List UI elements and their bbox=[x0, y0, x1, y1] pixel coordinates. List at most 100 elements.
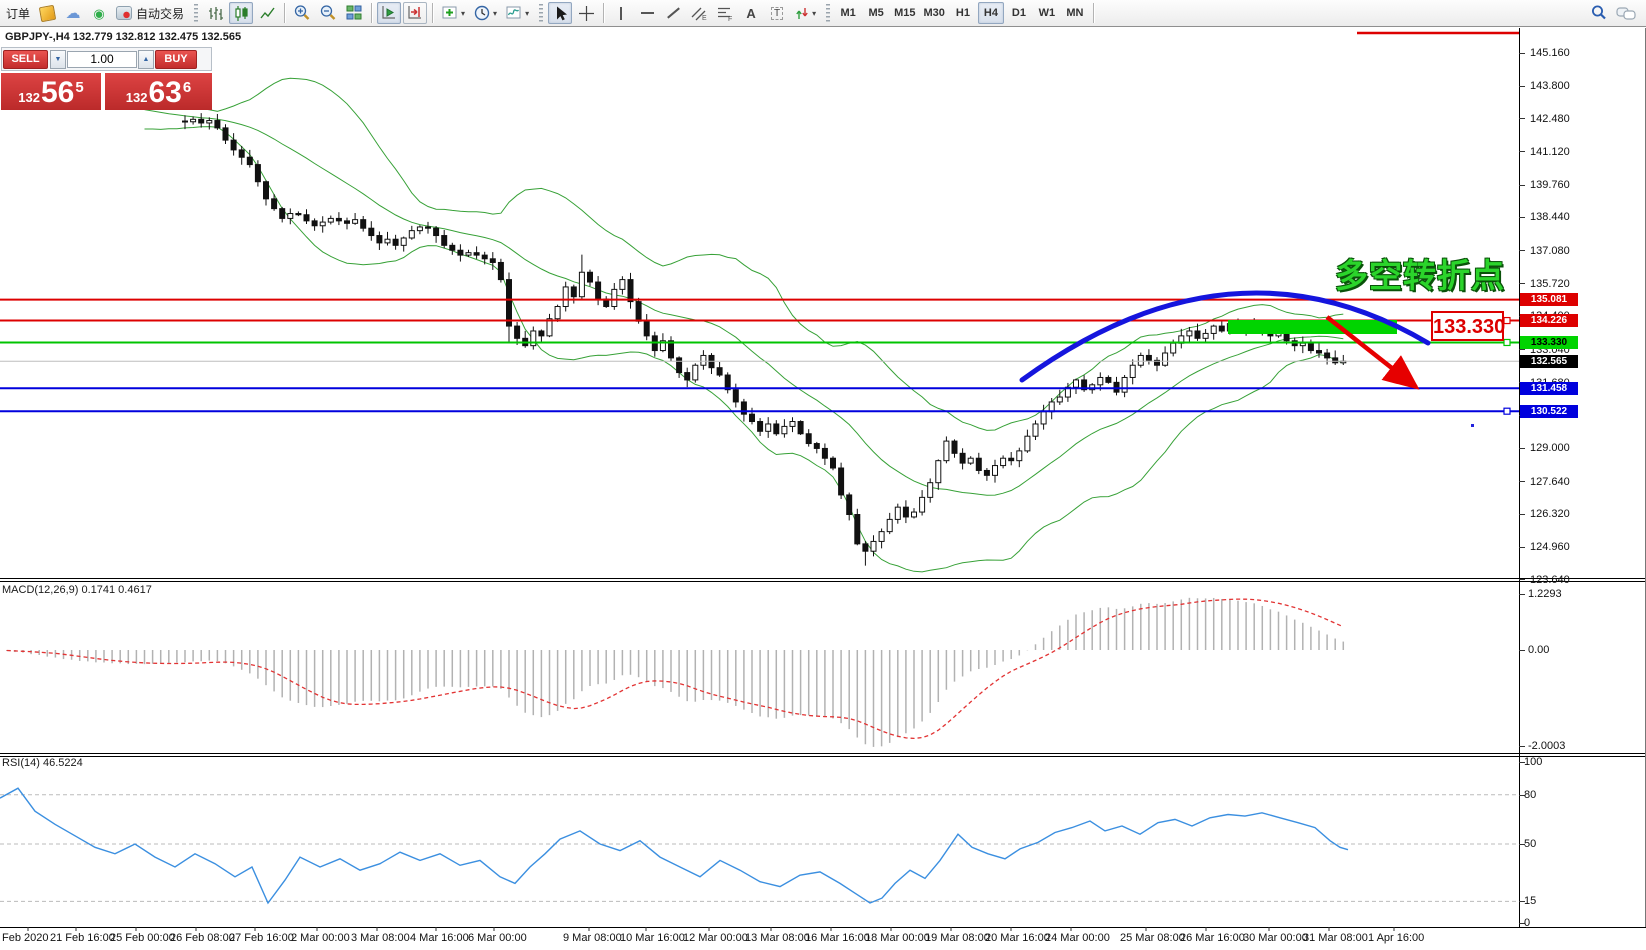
trendline-tool-button[interactable] bbox=[661, 2, 685, 24]
rsi-line bbox=[0, 788, 1348, 903]
candle bbox=[474, 253, 479, 255]
clock-icon bbox=[473, 4, 491, 22]
candle bbox=[328, 218, 333, 222]
turning-point-annotation[interactable]: 多空转折点 bbox=[1330, 249, 1505, 297]
timeframe-button-mn[interactable]: MN bbox=[1062, 2, 1088, 24]
candle bbox=[717, 368, 722, 375]
toolbar-separator bbox=[603, 3, 604, 23]
zoom-out-button[interactable] bbox=[316, 2, 340, 24]
volume-increase-button[interactable]: ▲ bbox=[138, 50, 154, 69]
price-tick-mark bbox=[1519, 86, 1525, 87]
rsi-label: RSI(14) 46.5224 bbox=[2, 757, 83, 769]
candle bbox=[903, 507, 908, 517]
candle bbox=[693, 365, 698, 380]
candle bbox=[976, 458, 981, 470]
auto-scroll-button[interactable] bbox=[377, 2, 401, 24]
bid-price-box[interactable]: 132 56 5 bbox=[1, 73, 101, 110]
timeframe-button-m15[interactable]: M15 bbox=[891, 2, 918, 24]
candle bbox=[887, 519, 892, 531]
search-button[interactable] bbox=[1587, 2, 1611, 24]
toolbar-grip[interactable] bbox=[194, 4, 198, 23]
bar-chart-mode-button[interactable] bbox=[203, 2, 227, 24]
price-line-label[interactable]: 134.226 bbox=[1520, 314, 1578, 327]
line-chart-mode-button[interactable] bbox=[255, 2, 279, 24]
macd-label: MACD(12,26,9) 0.1741 0.4617 bbox=[2, 584, 152, 596]
candle bbox=[207, 121, 212, 123]
price-tick-mark bbox=[1519, 283, 1525, 284]
chart-shift-button[interactable] bbox=[403, 2, 427, 24]
candle bbox=[555, 307, 560, 319]
candle-chart-mode-button[interactable] bbox=[229, 2, 253, 24]
volume-input[interactable] bbox=[67, 51, 137, 68]
horizontal-line-tool-button[interactable] bbox=[635, 2, 659, 24]
market-watch-button[interactable]: ☁ bbox=[61, 2, 85, 24]
fibonacci-icon: F bbox=[716, 5, 734, 22]
timeframe-button-m1[interactable]: M1 bbox=[835, 2, 861, 24]
dropdown-caret-icon[interactable]: ▾ bbox=[525, 9, 529, 18]
toolbar-grip[interactable] bbox=[539, 4, 543, 23]
periods-button[interactable]: ▾ bbox=[470, 2, 500, 24]
cloud-icon: ☁ bbox=[66, 6, 81, 21]
candle bbox=[741, 402, 746, 414]
price-line-label[interactable]: 131.458 bbox=[1520, 382, 1578, 395]
price-tick-label: 145.160 bbox=[1530, 47, 1570, 59]
candle bbox=[515, 326, 520, 338]
green-highlight-bar[interactable] bbox=[1228, 320, 1397, 334]
timeframe-button-d1[interactable]: D1 bbox=[1006, 2, 1032, 24]
blue-arc-annotation[interactable] bbox=[1022, 293, 1428, 380]
buy-button[interactable]: BUY bbox=[155, 50, 197, 69]
price-line-label[interactable]: 132.565 bbox=[1520, 355, 1578, 368]
fibonacci-tool-button[interactable]: F bbox=[713, 2, 737, 24]
vertical-line-icon bbox=[620, 7, 622, 20]
candle bbox=[369, 228, 374, 235]
candle bbox=[1308, 343, 1313, 350]
candle bbox=[814, 444, 819, 449]
price-line-label[interactable]: 130.522 bbox=[1520, 405, 1578, 418]
toolbar-grip[interactable] bbox=[826, 4, 830, 23]
red-arrow-annotation[interactable] bbox=[1327, 317, 1416, 387]
arrows-tool-button[interactable]: ▾ bbox=[791, 2, 819, 24]
price-line-label[interactable]: 135.081 bbox=[1520, 293, 1578, 306]
signals-button[interactable]: ◉ bbox=[87, 2, 111, 24]
timeframe-button-m30[interactable]: M30 bbox=[921, 2, 948, 24]
zoom-in-button[interactable] bbox=[290, 2, 314, 24]
cursor-tool-button[interactable] bbox=[548, 2, 572, 24]
dropdown-caret-icon[interactable]: ▾ bbox=[493, 9, 497, 18]
candle bbox=[312, 221, 317, 226]
timeframe-button-w1[interactable]: W1 bbox=[1034, 2, 1060, 24]
sell-button[interactable]: SELL bbox=[3, 50, 48, 69]
ask-price-box[interactable]: 132 63 6 bbox=[105, 73, 212, 110]
templates-button[interactable]: ▾ bbox=[502, 2, 532, 24]
text-label-tool-button[interactable]: T bbox=[765, 2, 789, 24]
dropdown-caret-icon[interactable]: ▾ bbox=[812, 9, 816, 18]
candle bbox=[822, 448, 827, 458]
new-order-button[interactable] bbox=[35, 2, 59, 24]
candle bbox=[912, 512, 917, 517]
timeframe-button-h4[interactable]: H4 bbox=[978, 2, 1004, 24]
crosshair-tool-button[interactable] bbox=[574, 2, 598, 24]
candle bbox=[588, 272, 593, 282]
orders-button[interactable]: 订单 bbox=[3, 2, 33, 24]
price-callout-box[interactable]: 133.330 bbox=[1431, 311, 1504, 341]
macd-axis-label: 1.2293 bbox=[1528, 588, 1562, 600]
timeframe-button-h1[interactable]: H1 bbox=[950, 2, 976, 24]
price-line-label[interactable]: 133.330 bbox=[1520, 336, 1578, 349]
vertical-line-tool-button[interactable] bbox=[609, 2, 633, 24]
indicators-button[interactable]: ▾ bbox=[438, 2, 468, 24]
tile-windows-button[interactable] bbox=[342, 2, 366, 24]
zoom-out-icon bbox=[319, 4, 337, 22]
equidistant-channel-icon: E bbox=[690, 5, 708, 22]
macd-signal-line bbox=[7, 599, 1344, 738]
text-tool-button[interactable]: A bbox=[739, 2, 763, 24]
price-tick-label: 127.640 bbox=[1530, 476, 1570, 488]
timeframe-button-m5[interactable]: M5 bbox=[863, 2, 889, 24]
line-handle[interactable] bbox=[1504, 408, 1510, 414]
chat-button[interactable] bbox=[1613, 2, 1639, 24]
dropdown-caret-icon[interactable]: ▾ bbox=[461, 9, 465, 18]
volume-decrease-button[interactable]: ▼ bbox=[50, 50, 66, 69]
autotrading-button[interactable]: 自动交易 bbox=[113, 2, 187, 24]
chart-canvas[interactable] bbox=[0, 0, 1646, 950]
tile-windows-icon bbox=[345, 4, 363, 22]
channel-tool-button[interactable]: E bbox=[687, 2, 711, 24]
price-tick-mark bbox=[1519, 579, 1525, 580]
